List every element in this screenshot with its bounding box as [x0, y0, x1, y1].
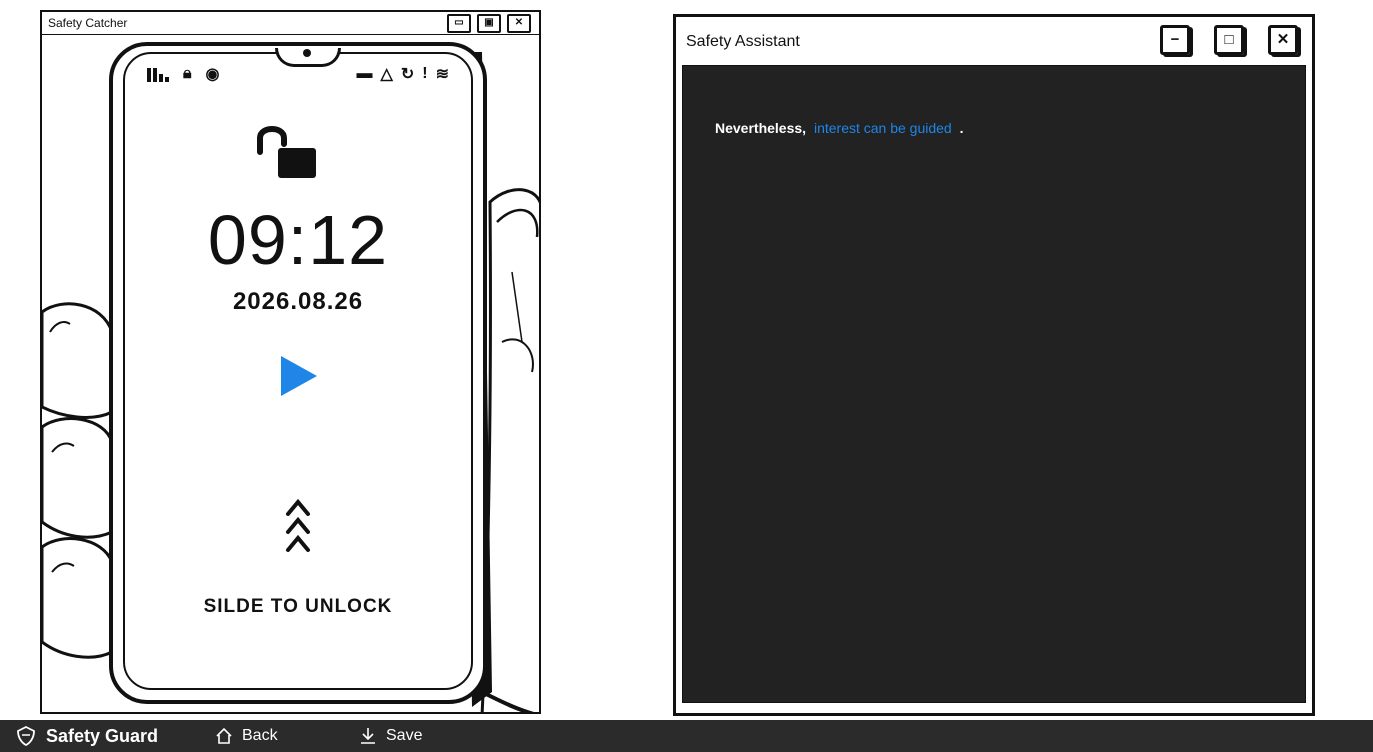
right-titlebar: Safety Assistant − □ ✕ [676, 17, 1312, 63]
home-icon [216, 727, 232, 744]
close-button[interactable]: ✕ [507, 14, 531, 33]
lock-date: 2026.08.26 [232, 288, 364, 315]
phone-lock-screen: 🔒︎ ◉ ▬ △ ↻ ! ≋ 09:12 2026.08.26 SILDE TO… [123, 48, 473, 690]
wifi-icon: ≋ [435, 66, 449, 83]
dialog-prefix: Nevertheless, [715, 120, 807, 136]
swipe-up-chevrons-icon[interactable] [283, 494, 313, 564]
shield-icon [17, 725, 35, 747]
brand-label: Safety Guard [46, 725, 159, 746]
left-window-controls: ▭ ▣ ✕ [447, 14, 531, 33]
play-icon[interactable] [279, 354, 319, 398]
alert-icon: ! [422, 65, 428, 82]
safety-catcher-window: Safety Catcher ▭ ▣ ✕ 🔒︎ ◉ ▬ △ ↻ ! ≋ 09:1… [40, 10, 541, 714]
save-label: Save [386, 727, 423, 744]
right-window-title: Safety Assistant [686, 33, 800, 50]
minimize-button[interactable]: ▭ [447, 14, 471, 33]
phone: 🔒︎ ◉ ▬ △ ↻ ! ≋ 09:12 2026.08.26 SILDE TO… [109, 42, 487, 704]
phone-status-bar: 🔒︎ ◉ ▬ △ ↻ ! ≋ [147, 64, 449, 88]
lock-time: 09:12 [207, 201, 389, 279]
lock-icon: 🔒︎ [183, 65, 192, 82]
left-window-title: Safety Catcher [48, 16, 128, 30]
slide-to-unlock-label: SILDE TO UNLOCK [203, 596, 393, 617]
minimize-button[interactable]: − [1160, 25, 1190, 55]
sync-icon: ↻ [400, 66, 415, 83]
save-button[interactable]: Save [358, 720, 422, 752]
eye-icon: ◉ [205, 66, 220, 83]
safety-assistant-window: Safety Assistant − □ ✕ Nevertheless, int… [673, 14, 1315, 716]
left-titlebar: Safety Catcher ▭ ▣ ✕ [42, 12, 539, 35]
dialog-line: Nevertheless, interest can be guided . [715, 120, 964, 136]
back-label: Back [242, 727, 278, 744]
maximize-button[interactable]: ▣ [477, 14, 501, 33]
close-button[interactable]: ✕ [1268, 25, 1298, 55]
assistant-content: Nevertheless, interest can be guided . [682, 65, 1306, 703]
taskbar: Safety Guard Back Save [0, 720, 1373, 752]
taskbar-brand: Safety Guard [14, 720, 158, 752]
bell-icon: △ [380, 66, 393, 83]
signal-icon [147, 66, 169, 82]
unlocked-padlock-icon [257, 126, 316, 178]
dialog-link[interactable]: interest can be guided [814, 120, 952, 136]
download-icon [361, 728, 375, 744]
dialog-suffix: . [959, 120, 964, 136]
right-window-controls: − □ ✕ [1160, 25, 1298, 55]
back-button[interactable]: Back [214, 720, 278, 752]
maximize-button[interactable]: □ [1214, 25, 1244, 55]
battery-icon: ▬ [356, 65, 373, 82]
